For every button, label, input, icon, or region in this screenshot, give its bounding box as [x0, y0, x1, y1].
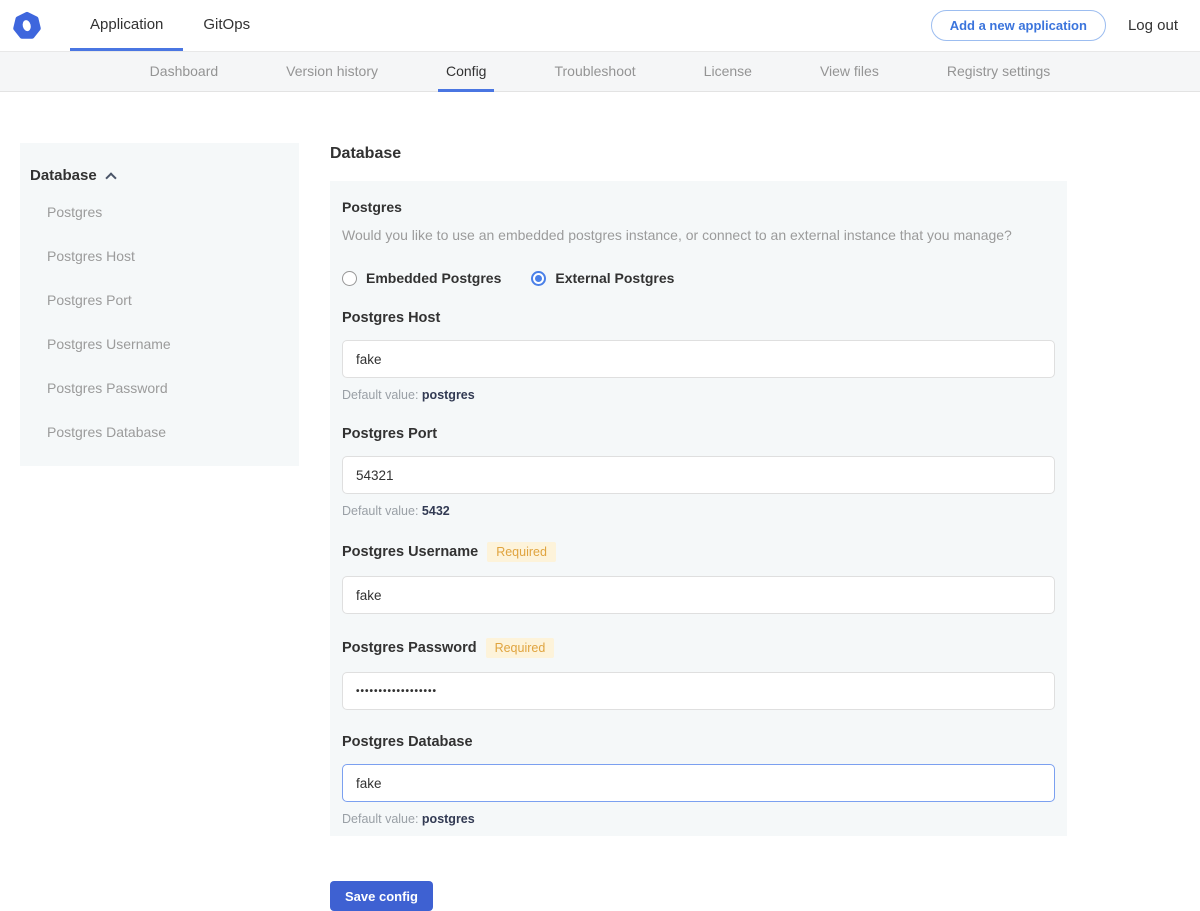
tab-application[interactable]: Application — [70, 0, 183, 51]
postgres-password-input[interactable] — [342, 672, 1055, 710]
app-subnav: Dashboard Version history Config Trouble… — [0, 51, 1200, 92]
radio-embedded-label: Embedded Postgres — [366, 270, 501, 286]
subnav-tab-license[interactable]: License — [696, 52, 760, 92]
default-value: 5432 — [422, 504, 450, 518]
radio-unchecked-icon[interactable] — [342, 271, 357, 286]
default-prefix: Default value: — [342, 812, 422, 826]
save-config-button[interactable]: Save config — [330, 881, 433, 911]
postgres-port-input[interactable] — [342, 456, 1055, 494]
header-right: Add a new application Log out — [931, 10, 1200, 41]
subnav-tab-config[interactable]: Config — [438, 52, 494, 92]
sidebar-item-postgres-username[interactable]: Postgres Username — [30, 326, 289, 362]
postgres-help-text: Would you like to use an embedded postgr… — [342, 226, 1055, 244]
subnav-tab-version-history[interactable]: Version history — [278, 52, 386, 92]
sidebar-item-postgres-host[interactable]: Postgres Host — [30, 238, 289, 274]
field-label: Postgres Username — [342, 544, 478, 560]
page-content: Database Postgres Postgres Host Postgres… — [0, 143, 1200, 911]
postgres-username-input[interactable] — [342, 576, 1055, 614]
postgres-heading: Postgres — [342, 199, 1055, 215]
subnav-tab-dashboard[interactable]: Dashboard — [142, 52, 227, 92]
sidebar-group-label: Database — [30, 167, 97, 184]
radio-embedded-postgres[interactable]: Embedded Postgres — [342, 270, 501, 286]
field-postgres-password: Postgres Password Required — [342, 638, 1055, 710]
field-label: Postgres Port — [342, 426, 437, 442]
postgres-host-input[interactable] — [342, 340, 1055, 378]
default-value: postgres — [422, 388, 475, 402]
postgres-radio-group: Embedded Postgres External Postgres — [342, 270, 1055, 286]
header-tabs: Application GitOps — [70, 0, 270, 51]
sidebar-item-postgres-port[interactable]: Postgres Port — [30, 282, 289, 318]
sidebar-item-postgres-password[interactable]: Postgres Password — [30, 370, 289, 406]
config-card: Postgres Would you like to use an embedd… — [330, 181, 1067, 836]
postgres-database-input[interactable] — [342, 764, 1055, 802]
sidebar-item-postgres[interactable]: Postgres — [30, 194, 289, 230]
app-logo-icon — [12, 11, 42, 41]
sidebar-item-postgres-database[interactable]: Postgres Database — [30, 414, 289, 450]
add-application-button[interactable]: Add a new application — [931, 10, 1106, 41]
default-value-note: Default value: postgres — [342, 388, 1055, 402]
config-group-title: Database — [330, 145, 1067, 163]
default-value: postgres — [422, 812, 475, 826]
top-header: Application GitOps Add a new application… — [0, 0, 1200, 51]
default-value-note: Default value: 5432 — [342, 504, 1055, 518]
field-label: Postgres Host — [342, 310, 440, 326]
sidebar-group-database[interactable]: Database — [30, 167, 289, 186]
field-postgres-database: Postgres Database Default value: postgre… — [342, 734, 1055, 826]
subnav-tab-troubleshoot[interactable]: Troubleshoot — [546, 52, 643, 92]
field-label: Postgres Database — [342, 734, 473, 750]
default-prefix: Default value: — [342, 504, 422, 518]
field-postgres-username: Postgres Username Required — [342, 542, 1055, 614]
subnav-tab-registry-settings[interactable]: Registry settings — [939, 52, 1058, 92]
radio-external-postgres[interactable]: External Postgres — [531, 270, 674, 286]
config-main: Database Postgres Would you like to use … — [330, 143, 1067, 911]
radio-external-label: External Postgres — [555, 270, 674, 286]
sidebar-items: Postgres Postgres Host Postgres Port Pos… — [30, 194, 289, 450]
field-postgres-port: Postgres Port Default value: 5432 — [342, 426, 1055, 518]
default-prefix: Default value: — [342, 388, 422, 402]
required-badge: Required — [486, 638, 555, 658]
chevron-up-icon — [105, 172, 116, 183]
logout-link[interactable]: Log out — [1128, 17, 1178, 34]
field-postgres-host: Postgres Host Default value: postgres — [342, 310, 1055, 402]
subnav-tab-view-files[interactable]: View files — [812, 52, 887, 92]
config-sidebar: Database Postgres Postgres Host Postgres… — [20, 143, 299, 466]
field-label: Postgres Password — [342, 640, 477, 656]
radio-checked-icon[interactable] — [531, 271, 546, 286]
tab-gitops[interactable]: GitOps — [183, 0, 270, 51]
default-value-note: Default value: postgres — [342, 812, 1055, 826]
required-badge: Required — [487, 542, 556, 562]
